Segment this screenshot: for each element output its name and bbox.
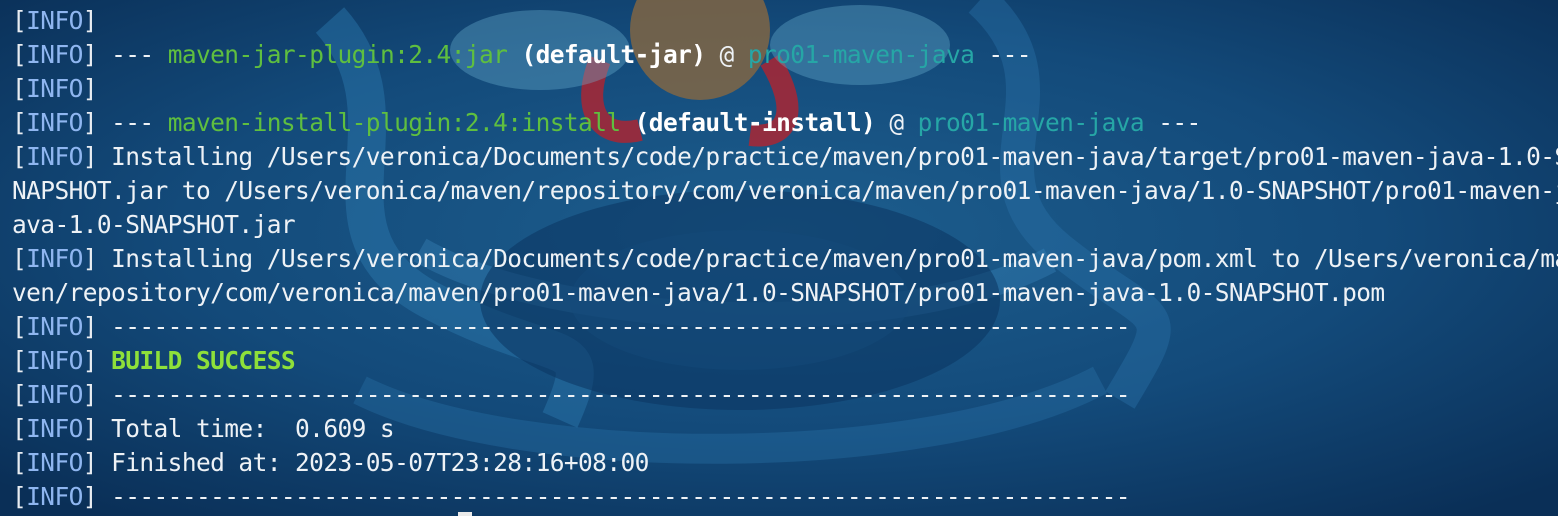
log-bracket-close: ] bbox=[82, 482, 98, 511]
log-bracket-open: [ bbox=[12, 346, 27, 375]
terminal-line: [INFO] Installing /Users/veronica/Docume… bbox=[12, 242, 1558, 276]
log-level: INFO bbox=[26, 346, 83, 375]
log-bracket-open: [ bbox=[12, 108, 27, 137]
log-bracket-open: [ bbox=[12, 40, 27, 69]
log-bracket-open: [ bbox=[12, 414, 27, 443]
log-message-continuation: ava-1.0-SNAPSHOT.jar bbox=[12, 210, 296, 239]
log-level: INFO bbox=[26, 244, 83, 273]
log-level: INFO bbox=[26, 380, 83, 409]
log-bracket-open: [ bbox=[12, 142, 27, 171]
log-bracket-close: ] bbox=[82, 74, 98, 103]
log-message: ----------------------------------------… bbox=[96, 380, 1130, 409]
terminal-line: [INFO] bbox=[12, 72, 1558, 106]
log-at-symbol: @ bbox=[705, 40, 748, 69]
terminal-line: [INFO] BUILD SUCCESS bbox=[12, 344, 1558, 378]
terminal-line: [INFO] Finished at: 2023-05-07T23:28:16+… bbox=[12, 446, 1558, 480]
log-at-symbol: @ bbox=[875, 108, 918, 137]
terminal-line: [INFO] ---------------------------------… bbox=[12, 378, 1558, 412]
log-level: INFO bbox=[26, 448, 83, 477]
terminal-line: ven/repository/com/veronica/maven/pro01-… bbox=[12, 276, 1558, 310]
log-separator: --- bbox=[96, 108, 168, 137]
log-message: ----------------------------------------… bbox=[96, 482, 1130, 511]
log-bracket-open: [ bbox=[12, 6, 27, 35]
log-bracket-open: [ bbox=[12, 244, 27, 273]
terminal-line: [INFO] ---------------------------------… bbox=[12, 310, 1558, 344]
log-bracket-close: ] bbox=[82, 346, 98, 375]
log-bracket-close: ] bbox=[82, 380, 98, 409]
log-level: INFO bbox=[26, 108, 83, 137]
log-bracket-open: [ bbox=[12, 448, 27, 477]
log-separator: --- bbox=[96, 40, 168, 69]
log-bracket-close: ] bbox=[82, 142, 98, 171]
terminal-line: [INFO] Total time: 0.609 s bbox=[12, 412, 1558, 446]
terminal-line: [INFO] --- maven-jar-plugin:2.4:jar (def… bbox=[12, 38, 1558, 72]
log-bracket-close: ] bbox=[82, 40, 98, 69]
terminal-line: [INFO] ---------------------------------… bbox=[12, 480, 1558, 514]
log-level: INFO bbox=[26, 482, 83, 511]
log-level: INFO bbox=[26, 40, 83, 69]
log-separator: --- bbox=[974, 40, 1031, 69]
log-bracket-close: ] bbox=[82, 108, 98, 137]
plugin-execution-id: (default-jar) bbox=[507, 40, 706, 69]
log-message: ----------------------------------------… bbox=[96, 312, 1130, 341]
log-message: Installing /Users/veronica/Documents/cod… bbox=[96, 142, 1558, 171]
terminal-line: ava-1.0-SNAPSHOT.jar bbox=[12, 208, 1558, 242]
log-message: Total time: 0.609 s bbox=[96, 414, 395, 443]
log-bracket-open: [ bbox=[12, 380, 27, 409]
log-level: INFO bbox=[26, 312, 83, 341]
log-message-continuation: NAPSHOT.jar to /Users/veronica/maven/rep… bbox=[12, 176, 1558, 205]
log-bracket-open: [ bbox=[12, 312, 27, 341]
project-name: pro01-maven-java bbox=[917, 108, 1145, 137]
log-bracket-open: [ bbox=[12, 74, 27, 103]
terminal-output[interactable]: [INFO] [INFO] --- maven-jar-plugin:2.4:ja… bbox=[0, 0, 1558, 516]
log-bracket-close: ] bbox=[82, 6, 98, 35]
build-status: BUILD SUCCESS bbox=[111, 346, 296, 375]
log-separator: --- bbox=[1144, 108, 1201, 137]
plugin-execution-id: (default-install) bbox=[620, 108, 876, 137]
log-message: Installing /Users/veronica/Documents/cod… bbox=[96, 244, 1558, 273]
log-bracket-close: ] bbox=[82, 244, 98, 273]
log-message-continuation: ven/repository/com/veronica/maven/pro01-… bbox=[12, 278, 1385, 307]
log-bracket-close: ] bbox=[82, 414, 98, 443]
plugin-name: maven-jar-plugin:2.4:jar bbox=[167, 40, 508, 69]
log-level: INFO bbox=[26, 6, 83, 35]
text-cursor bbox=[458, 512, 472, 516]
log-space bbox=[97, 346, 111, 375]
plugin-name: maven-install-plugin:2.4:install bbox=[167, 108, 621, 137]
log-message: Finished at: 2023-05-07T23:28:16+08:00 bbox=[96, 448, 649, 477]
log-level: INFO bbox=[26, 142, 83, 171]
log-bracket-open: [ bbox=[12, 482, 27, 511]
log-bracket-close: ] bbox=[82, 312, 98, 341]
terminal-line: [INFO] Installing /Users/veronica/Docume… bbox=[12, 140, 1558, 174]
log-level: INFO bbox=[26, 74, 83, 103]
terminal-line: [INFO] bbox=[12, 4, 1558, 38]
terminal-line: [INFO] --- maven-install-plugin:2.4:inst… bbox=[12, 106, 1558, 140]
log-level: INFO bbox=[26, 414, 83, 443]
terminal-line: NAPSHOT.jar to /Users/veronica/maven/rep… bbox=[12, 174, 1558, 208]
project-name: pro01-maven-java bbox=[747, 40, 975, 69]
log-bracket-close: ] bbox=[82, 448, 98, 477]
